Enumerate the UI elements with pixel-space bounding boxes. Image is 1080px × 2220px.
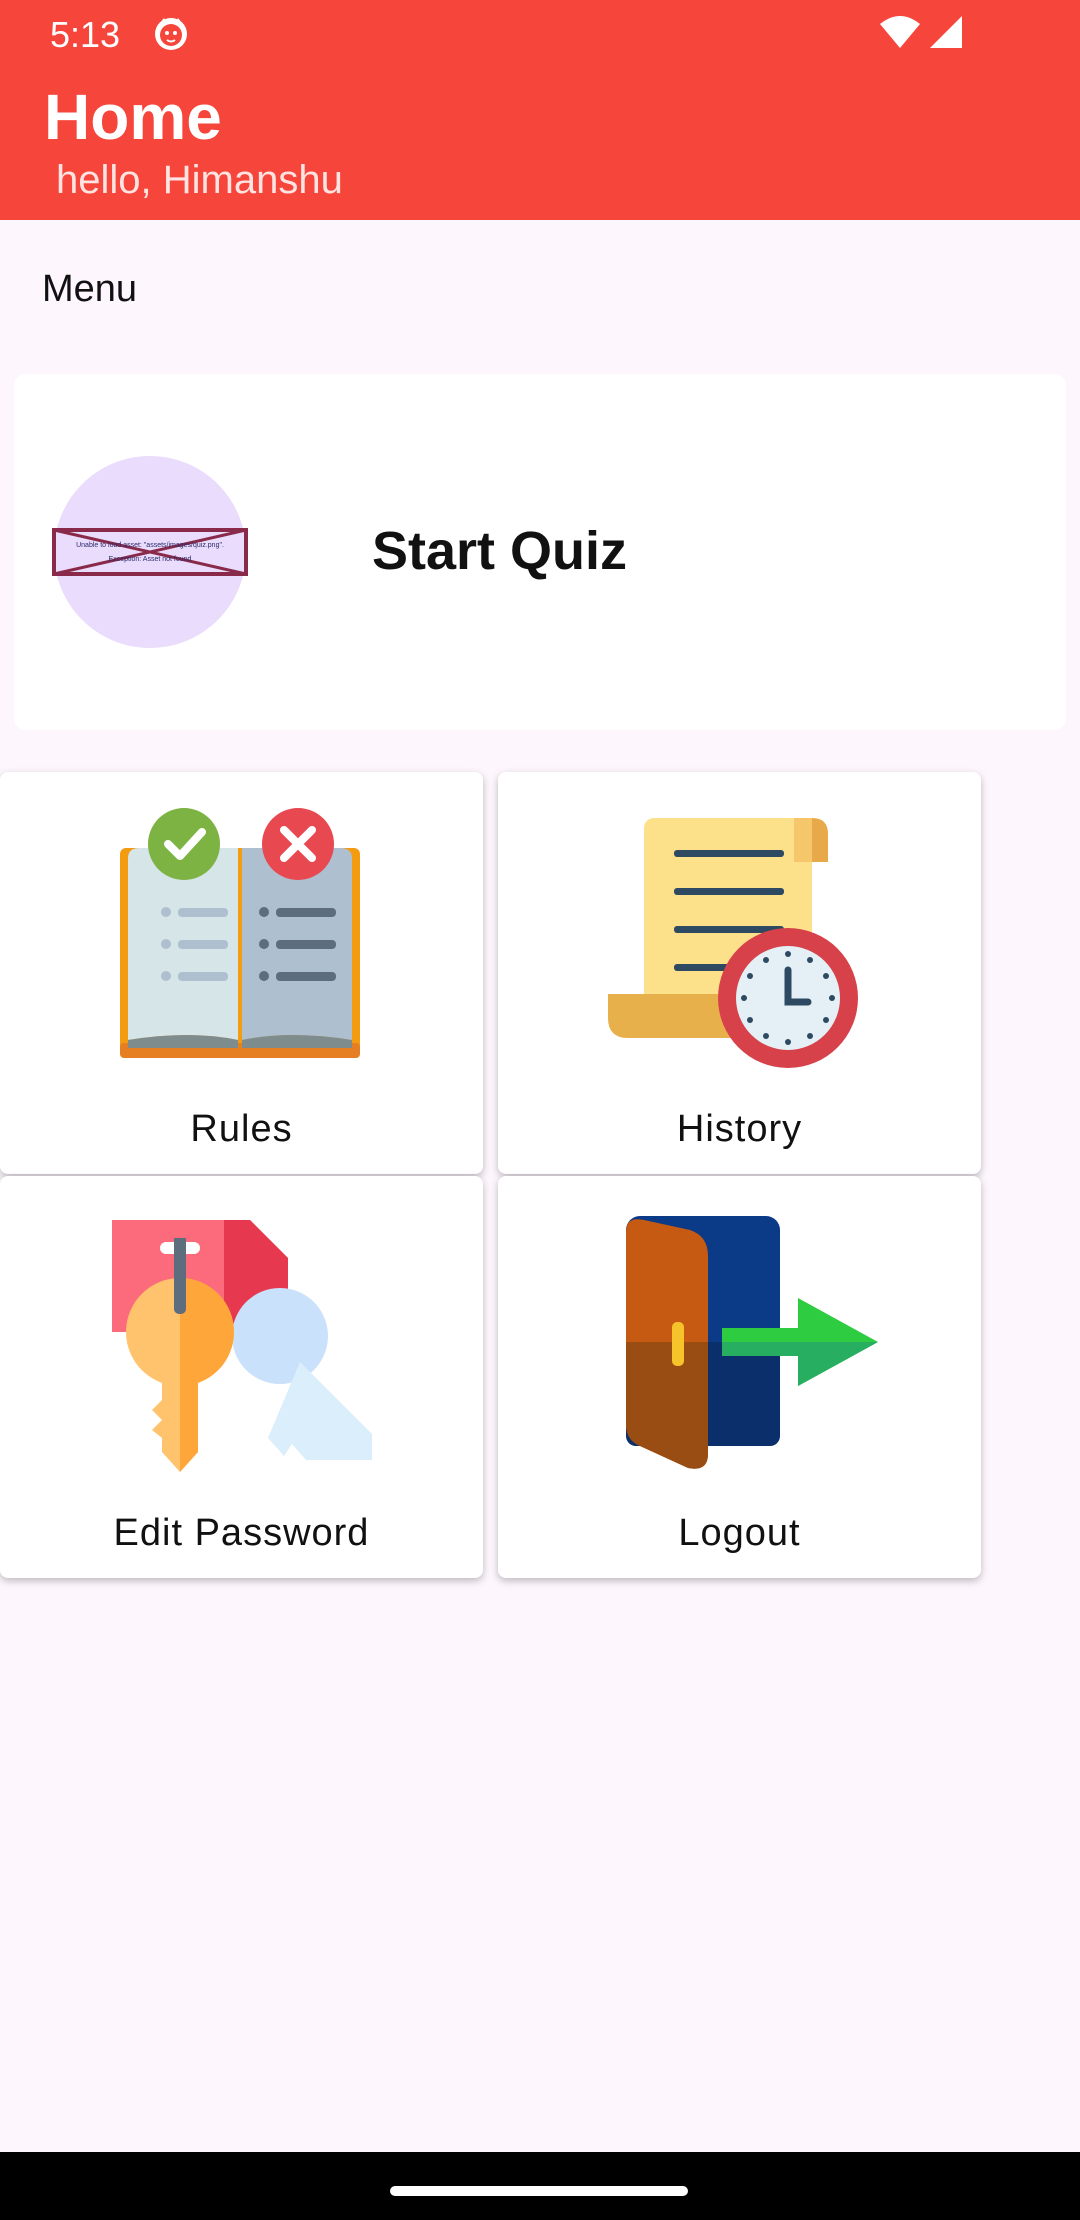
- page-title: Home: [44, 81, 222, 153]
- greeting-subtitle: hello, Himanshu: [56, 158, 343, 202]
- wifi-icon: [880, 16, 920, 48]
- broken-image-text-1: Unable to load asset: "assets/images/qui…: [76, 542, 224, 549]
- rules-tile[interactable]: Rules: [0, 772, 483, 1174]
- menu-heading: Menu: [42, 268, 138, 310]
- keys-icon: [112, 1220, 372, 1472]
- start-quiz-card[interactable]: Unable to load asset: "assets/images/qui…: [14, 374, 1066, 730]
- status-time: 5:13: [50, 14, 121, 55]
- logout-door-icon: [626, 1216, 878, 1469]
- broken-image-text-2: Exception: Asset not found: [109, 556, 192, 563]
- broken-image-icon: Unable to load asset: "assets/images/qui…: [52, 528, 248, 576]
- logout-label: Logout: [678, 1512, 801, 1554]
- cat-notification-icon: [155, 18, 187, 50]
- app-bar: 5:13 Home hello, Himanshu: [0, 0, 1080, 220]
- rules-label: Rules: [190, 1108, 293, 1150]
- system-nav-bar: [0, 2152, 1080, 2220]
- history-scroll-clock-icon: [608, 818, 858, 1068]
- home-gesture-handle[interactable]: [390, 2186, 688, 2196]
- history-tile[interactable]: History: [498, 772, 981, 1174]
- logout-tile[interactable]: Logout: [498, 1176, 981, 1578]
- rules-book-icon: [120, 808, 360, 1058]
- edit-password-tile[interactable]: Edit Password: [0, 1176, 483, 1578]
- history-label: History: [676, 1108, 803, 1150]
- edit-password-label: Edit Password: [113, 1512, 370, 1554]
- cell-signal-icon: [930, 16, 962, 48]
- start-quiz-label: Start Quiz: [372, 521, 628, 581]
